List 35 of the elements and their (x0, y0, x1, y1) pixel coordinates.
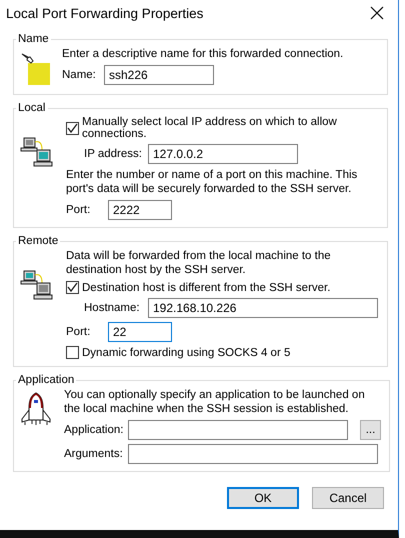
checkbox[interactable] (66, 346, 79, 359)
checkbox-label[interactable]: Dynamic forwarding using SOCKS 4 or 5 (66, 346, 379, 359)
field-label: Arguments: (64, 448, 122, 460)
browse-button[interactable]: ... (360, 420, 381, 440)
field-label: Application: (64, 424, 122, 436)
port-field[interactable]: 22 (108, 322, 172, 342)
checkbox-label[interactable]: Manually select local IP address on which to allow connections. (66, 116, 379, 140)
field-label: Hostname: (84, 302, 141, 314)
cancel-button[interactable]: Cancel (312, 487, 384, 509)
ok-button[interactable]: OK (227, 487, 299, 509)
description-text: Data will be forwarded from the local machine to the destination host by the SSH server. (66, 249, 332, 277)
description-text: You can optionally specify an application to be launched on the local machine when the SSH session is established. (64, 388, 366, 416)
name-field[interactable]: ssh226 (104, 65, 214, 85)
group-title: Remote (17, 235, 60, 247)
ip-address-field[interactable]: 127.0.0.2 (148, 144, 298, 164)
field-label: Name: (62, 69, 97, 81)
hostname-field[interactable]: 192.168.10.226 (148, 298, 378, 318)
application-field[interactable] (128, 420, 348, 440)
checkbox-label[interactable]: Destination host is different from the SSH server. (66, 281, 379, 294)
checkbox[interactable] (66, 122, 79, 134)
field-label: IP address: (84, 148, 142, 160)
port-field[interactable]: 2222 (108, 200, 172, 220)
close-icon[interactable] (370, 6, 384, 20)
group-title: Local (17, 102, 46, 114)
rocket-icon (20, 392, 52, 426)
group-title: Application (17, 374, 76, 386)
checkbox[interactable] (66, 281, 79, 294)
window-title: Local Port Forwarding Properties (6, 6, 204, 20)
field-label: Port: (66, 204, 92, 216)
pin-icon (20, 51, 50, 87)
arguments-field[interactable] (128, 444, 378, 464)
group-title: Name (17, 33, 50, 45)
description-text: Enter a descriptive name for this forwarded connection. (62, 47, 344, 61)
description-text: Enter the number or name of a port on this machine. This port's data will be securely forwarded to the SSH server. (66, 168, 358, 196)
field-label: Port: (66, 326, 92, 338)
